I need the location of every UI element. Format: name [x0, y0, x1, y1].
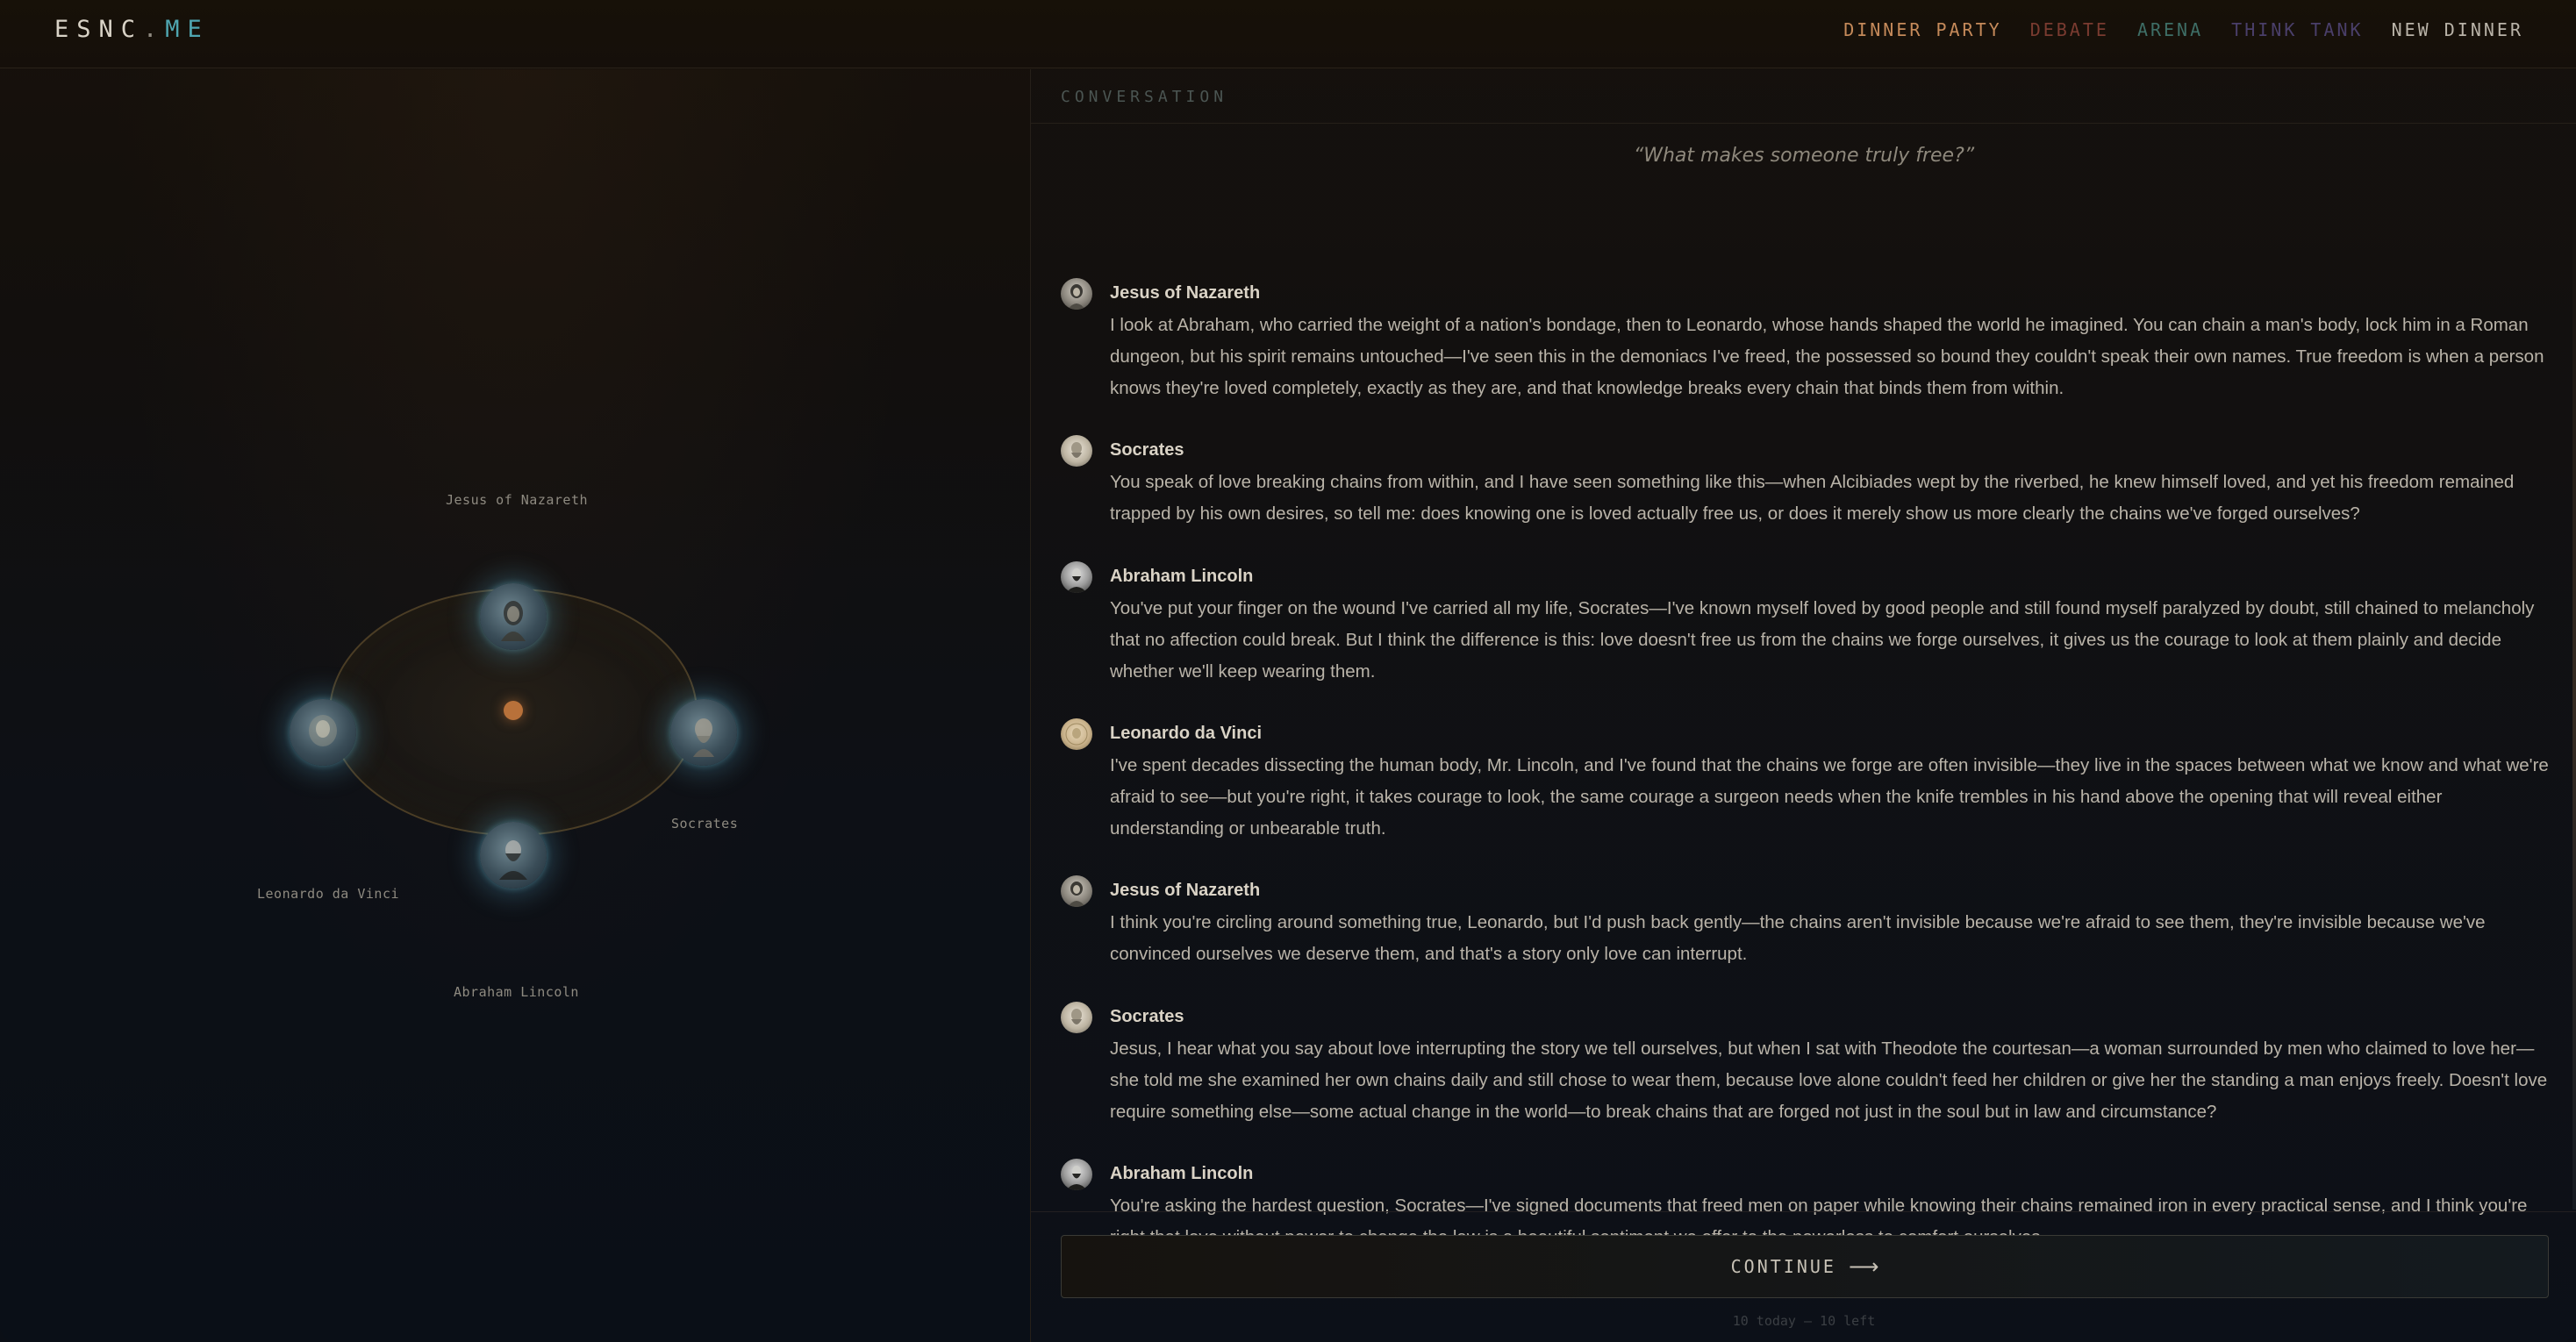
portrait-jesus-icon: [501, 601, 526, 641]
nav-link-new-dinner[interactable]: NEW DINNER: [2392, 19, 2523, 40]
message-text: You speak of love breaking chains from w…: [1110, 472, 2515, 524]
message: Jesus of Nazareth I think you're circlin…: [1061, 875, 2552, 970]
portrait-socrates-icon: [693, 718, 714, 757]
avatar-leonardo: [1061, 718, 1092, 750]
message-speaker: Socrates: [1110, 1007, 1184, 1026]
nav-link-debate[interactable]: DEBATE: [2030, 19, 2109, 40]
logo-dot: .: [143, 16, 166, 43]
message-speaker: Abraham Lincoln: [1110, 1164, 1254, 1183]
conversation-panel: CONVERSATION “What makes someone truly f…: [1030, 69, 2576, 1342]
seat-label-socrates: Socrates: [671, 816, 739, 832]
message-speaker: Socrates: [1110, 440, 1184, 460]
conversation-topic: “What makes someone truly free?”: [1633, 145, 1975, 167]
message-speaker: Jesus of Nazareth: [1110, 283, 1261, 303]
conversation-title: CONVERSATION: [1061, 88, 1228, 106]
seat-label-leonardo: Leonardo da Vinci: [257, 886, 400, 902]
continue-button[interactable]: CONTINUE ⟶: [1061, 1235, 2549, 1298]
message-speaker: Jesus of Nazareth: [1110, 881, 1261, 900]
message-text: I've spent decades dissecting the human …: [1110, 755, 2549, 839]
seat-socrates[interactable]: [670, 699, 737, 766]
nav-link-think-tank[interactable]: THINK TANK: [2231, 19, 2363, 40]
avatar-socrates: [1061, 1002, 1092, 1033]
seat-leonardo[interactable]: [290, 699, 356, 766]
logo-suffix: ME: [165, 16, 210, 43]
nav-link-arena[interactable]: ARENA: [2137, 19, 2203, 40]
message: Jesus of Nazareth I look at Abraham, who…: [1061, 278, 2552, 404]
message-speaker: Leonardo da Vinci: [1110, 724, 1262, 743]
portrait-leonardo-icon: [309, 715, 337, 746]
logo-main: ESNC: [54, 16, 144, 43]
usage-quota: 10 today — 10 left: [1732, 1313, 1876, 1329]
message: Leonardo da Vinci I've spent decades dis…: [1061, 718, 2552, 845]
logo[interactable]: ESNC.ME: [54, 16, 210, 43]
message: Socrates Jesus, I hear what you say abou…: [1061, 1002, 2552, 1128]
seat-lincoln[interactable]: [480, 822, 547, 889]
avatar-lincoln: [1061, 1159, 1092, 1190]
avatar-lincoln: [1061, 561, 1092, 593]
nav-link-dinner-party[interactable]: DINNER PARTY: [1843, 19, 2002, 40]
table-panel: Jesus of Nazareth Socrates Abraham Linco…: [0, 69, 1030, 1342]
app-window: ESNC.ME DINNER PARTY DEBATE ARENA THINK …: [0, 0, 2576, 1342]
scrollbar[interactable]: [2572, 201, 2576, 1210]
message-text: Jesus, I hear what you say about love in…: [1110, 1039, 2548, 1122]
nav-links: DINNER PARTY DEBATE ARENA THINK TANK NEW…: [1843, 19, 2523, 40]
conversation-footer: CONTINUE ⟶ 10 today — 10 left: [1031, 1211, 2576, 1342]
avatar-jesus: [1061, 278, 1092, 310]
seat-label-jesus: Jesus of Nazareth: [446, 492, 589, 508]
avatar-jesus: [1061, 875, 1092, 907]
message-text: I think you're circling around something…: [1110, 912, 2486, 964]
top-nav: ESNC.ME DINNER PARTY DEBATE ARENA THINK …: [0, 0, 2576, 68]
seat-label-lincoln: Abraham Lincoln: [454, 984, 579, 1000]
portrait-lincoln-icon: [499, 840, 527, 880]
table-center-candle-icon: [504, 701, 523, 720]
message-speaker: Abraham Lincoln: [1110, 567, 1254, 586]
dinner-table-scene: Jesus of Nazareth Socrates Abraham Linco…: [0, 69, 1030, 1342]
arrow-right-icon: ⟶: [1848, 1254, 1879, 1279]
message-text: You've put your finger on the wound I've…: [1110, 598, 2535, 682]
avatar-socrates: [1061, 435, 1092, 467]
continue-label: CONTINUE: [1730, 1256, 1836, 1277]
seat-jesus[interactable]: [480, 583, 547, 650]
message-text: I look at Abraham, who carried the weigh…: [1110, 315, 2544, 398]
message: Socrates You speak of love breaking chai…: [1061, 435, 2552, 530]
message: Abraham Lincoln You've put your finger o…: [1061, 561, 2552, 688]
conversation-header: CONVERSATION: [1031, 69, 2576, 124]
